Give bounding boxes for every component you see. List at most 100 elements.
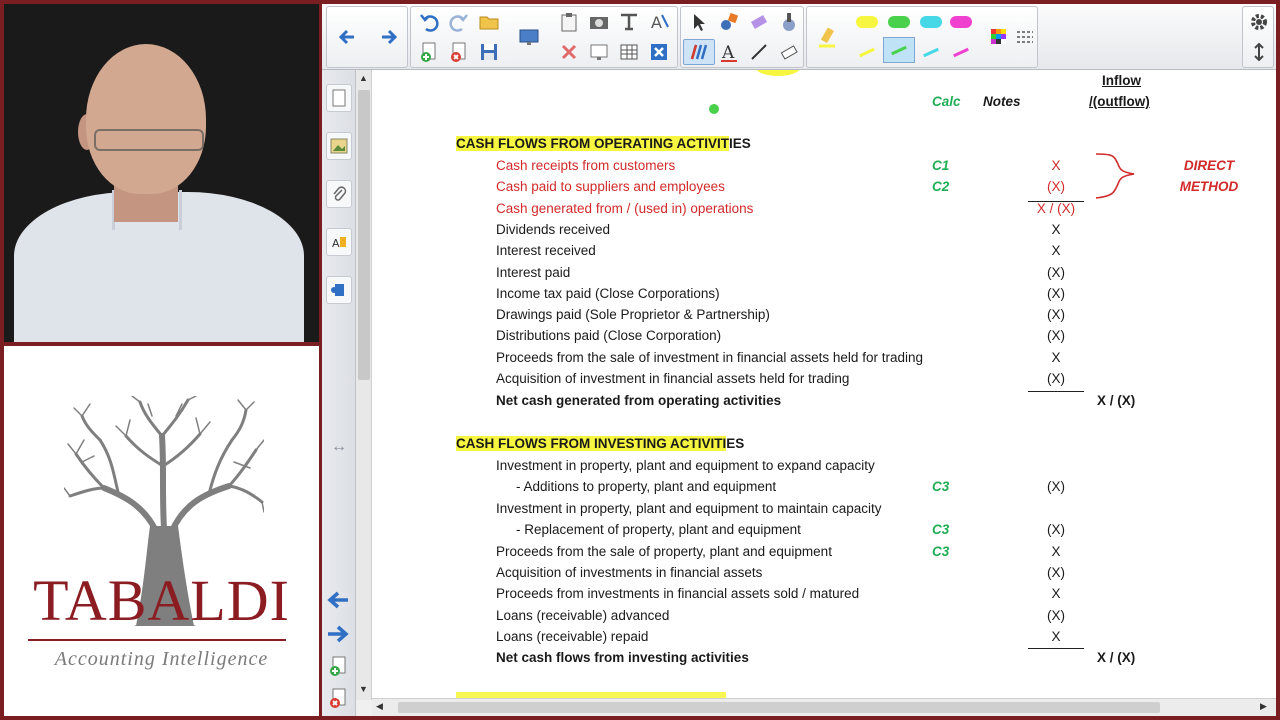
- attachments-icon[interactable]: [326, 180, 352, 208]
- investing-total-value: X / (X): [1097, 650, 1136, 665]
- notebook-page[interactable]: Calc Notes Inflow /(outflow) CASH FLOWS …: [372, 70, 1276, 700]
- screen-capture-icon[interactable]: [515, 24, 543, 50]
- back-arrow-icon[interactable]: [333, 24, 361, 50]
- row-value: X: [1051, 586, 1061, 602]
- pointer-icon[interactable]: [685, 9, 713, 35]
- table-icon[interactable]: [615, 39, 643, 65]
- side-add-page-icon[interactable]: [328, 656, 348, 683]
- prev-page-icon[interactable]: [326, 590, 350, 615]
- inflow-header-line2: /(outflow): [1089, 94, 1150, 109]
- save-icon[interactable]: [475, 39, 503, 65]
- calc-header: Calc: [932, 94, 961, 109]
- open-icon[interactable]: [475, 9, 503, 35]
- row-value: (X): [1047, 179, 1065, 195]
- screen-shade-icon[interactable]: [585, 39, 613, 65]
- forward-arrow-icon[interactable]: [375, 24, 403, 50]
- clipboard-icon[interactable]: [555, 9, 583, 35]
- row-calc: C3: [932, 522, 950, 538]
- row-value: X: [1051, 243, 1061, 259]
- row-label: Income tax paid (Close Corporations): [496, 285, 720, 301]
- highlight-stroke: [756, 70, 800, 76]
- updown-icon[interactable]: [1245, 39, 1273, 65]
- add-page-icon[interactable]: [415, 39, 443, 65]
- notes-header: Notes: [983, 94, 1021, 109]
- eraser-icon[interactable]: [775, 39, 803, 65]
- page-tools-group: A: [410, 6, 678, 68]
- row-value: X: [1051, 629, 1061, 645]
- color-picker-icon[interactable]: [985, 24, 1013, 50]
- row-label: Investment in property, plant and equipm…: [496, 500, 882, 516]
- brace-icon: [1095, 153, 1135, 199]
- scroll-right-icon[interactable]: ▶: [1260, 701, 1267, 712]
- row-label: Proceeds from investments in financial a…: [496, 586, 860, 602]
- resize-handle-icon[interactable]: ↔: [331, 438, 347, 456]
- vertical-scroll-thumb[interactable]: [358, 90, 370, 380]
- brand-tagline: Accounting Intelligence: [54, 648, 269, 670]
- row-label: Cash paid to suppliers and employees: [496, 179, 725, 195]
- line-icon[interactable]: [745, 39, 773, 65]
- highlighter-icon[interactable]: [813, 24, 841, 50]
- addons-icon[interactable]: [326, 276, 352, 304]
- row-label: Acquisition of investments in financial …: [496, 565, 763, 580]
- green-swatch[interactable]: [885, 9, 913, 35]
- yellow-swatch[interactable]: [853, 9, 881, 35]
- text-tool-icon[interactable]: [615, 9, 643, 35]
- undo-icon[interactable]: [415, 9, 443, 35]
- close-box-icon[interactable]: [645, 39, 673, 65]
- toolbar: A A: [322, 4, 1276, 70]
- svg-text:A: A: [651, 13, 662, 32]
- scroll-down-icon[interactable]: ▼: [359, 684, 368, 694]
- direct-method-line1: DIRECT: [1183, 158, 1235, 173]
- row-value: X: [1051, 349, 1061, 365]
- scroll-left-icon[interactable]: ◀: [376, 701, 383, 712]
- pen-cursor-dot: [709, 104, 719, 114]
- investing-title: CASH FLOWS FROM INVESTING ACTIVITIES: [456, 436, 744, 451]
- delete-page-icon[interactable]: [445, 39, 473, 65]
- yellow-line-swatch[interactable]: [853, 39, 881, 65]
- row-label: Interest paid: [496, 264, 571, 280]
- row-label: Proceeds from the sale of investment in …: [496, 349, 923, 365]
- side-tabs: A ↔: [322, 70, 356, 716]
- next-page-icon[interactable]: [326, 624, 350, 649]
- properties-icon[interactable]: A: [326, 228, 352, 256]
- row-label: Cash receipts from customers: [496, 158, 676, 173]
- row-value: (X): [1047, 328, 1065, 344]
- settings-icon[interactable]: [1245, 9, 1273, 35]
- cyan-line-swatch[interactable]: [917, 39, 945, 65]
- green-line-swatch[interactable]: [883, 37, 915, 63]
- inflow-header-line1: Inflow: [1102, 73, 1141, 88]
- row-calc: C1: [932, 158, 950, 173]
- scroll-up-icon[interactable]: ▲: [359, 73, 368, 83]
- horizontal-scrollbar[interactable]: ◀ ▶: [372, 698, 1276, 716]
- operating-total-label: Net cash generated from operating activi…: [496, 393, 782, 408]
- clear-icon[interactable]: [555, 39, 583, 65]
- camera-icon[interactable]: [585, 9, 613, 35]
- fill-icon[interactable]: [715, 9, 743, 35]
- side-delete-page-icon[interactable]: [328, 688, 348, 715]
- whiteboard-app: A A A ↔ ▲ ▼ Calc Notes Inflow /(outflow)…: [322, 4, 1276, 716]
- highlighter-group: [806, 6, 1038, 68]
- magenta-line-swatch[interactable]: [947, 39, 975, 65]
- line-style-icon[interactable]: [1011, 24, 1039, 50]
- pen-icon[interactable]: [683, 39, 715, 65]
- row-value: X: [1051, 158, 1061, 173]
- vertical-scrollbar[interactable]: ▲ ▼: [356, 70, 372, 700]
- direct-method-line2: METHOD: [1179, 179, 1239, 194]
- magenta-swatch[interactable]: [947, 9, 975, 35]
- row-calc: C3: [932, 479, 950, 495]
- redo-icon[interactable]: [445, 9, 473, 35]
- gallery-icon[interactable]: [326, 132, 352, 160]
- operating-title-rest: IES: [729, 136, 751, 151]
- row-label: Dividends received: [496, 221, 611, 237]
- magic-pen-icon[interactable]: [775, 9, 803, 35]
- cyan-swatch[interactable]: [917, 9, 945, 35]
- operating-total-value: X / (X): [1097, 393, 1136, 408]
- row-label: Acquisition of investment in financial a…: [496, 371, 850, 386]
- text-icon[interactable]: A: [715, 39, 743, 65]
- handwriting-icon[interactable]: A: [645, 9, 673, 35]
- horizontal-scroll-thumb[interactable]: [398, 702, 1160, 713]
- row-value: (X): [1047, 565, 1065, 580]
- page-sorter-icon[interactable]: [326, 84, 352, 112]
- presenter-glasses: [94, 129, 204, 151]
- eraser-tool-icon[interactable]: [745, 9, 773, 35]
